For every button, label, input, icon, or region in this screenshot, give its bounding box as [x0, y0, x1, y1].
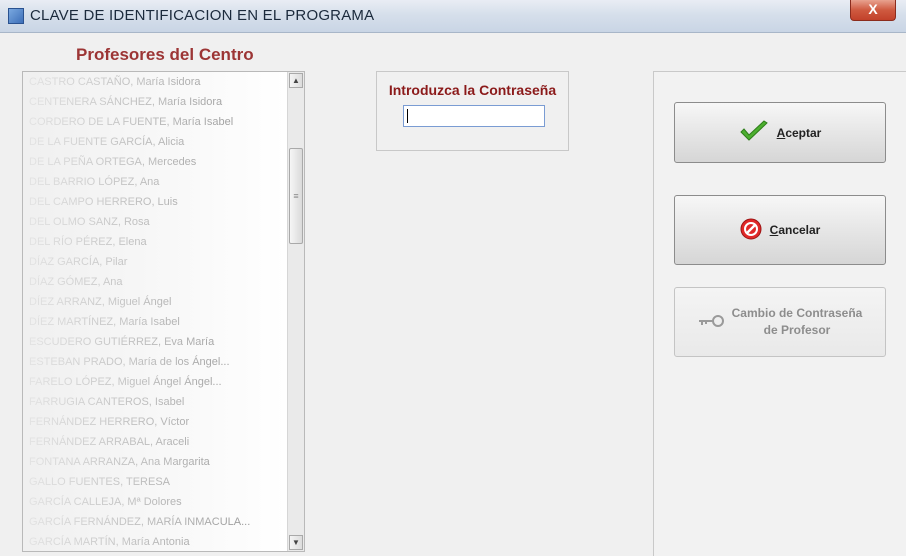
- checkmark-icon: [739, 120, 769, 145]
- list-item[interactable]: DÍEZ ARRANZ, Miguel Ángel: [23, 292, 287, 312]
- list-item[interactable]: DEL BARRIO LÓPEZ, Ana: [23, 172, 287, 192]
- list-item[interactable]: CENTENERA SÁNCHEZ, María Isidora: [23, 92, 287, 112]
- text-caret: [407, 109, 408, 123]
- list-item[interactable]: DE LA PEÑA ORTEGA, Mercedes: [23, 152, 287, 172]
- accept-button-label: Aceptar: [776, 125, 822, 140]
- list-item[interactable]: DEL RÍO PÉREZ, Elena: [23, 232, 287, 252]
- list-item[interactable]: CASTRO CASTAÑO, María Isidora: [23, 72, 287, 92]
- window-title-bar: CLAVE DE IDENTIFICACION EN EL PROGRAMA X: [0, 0, 906, 33]
- list-item[interactable]: ESTEBAN PRADO, María de los Ángel...: [23, 352, 287, 372]
- no-entry-icon: [740, 218, 762, 243]
- list-item[interactable]: DÍAZ GARCÍA, Pilar: [23, 252, 287, 272]
- list-item[interactable]: CORDERO DE LA FUENTE, María Isabel: [23, 112, 287, 132]
- list-item[interactable]: GALLO FUENTES, TERESA: [23, 472, 287, 492]
- close-button[interactable]: X: [850, 0, 896, 21]
- password-label: Introduzca la Contraseña: [388, 82, 557, 98]
- list-item[interactable]: FONTANA ARRANZA, Ana Margarita: [23, 452, 287, 472]
- change-password-button[interactable]: Cambio de Contraseña de Profesor: [674, 287, 886, 357]
- list-item[interactable]: GARCÍA CALLEJA, Mª Dolores: [23, 492, 287, 512]
- list-item[interactable]: ESCUDERO GUTIÉRREZ, Eva María: [23, 332, 287, 352]
- list-item[interactable]: GARCÍA FERNÁNDEZ, MARÍA INMACULA...: [23, 512, 287, 532]
- list-item[interactable]: FARELO LÓPEZ, Miguel Ángel Ángel...: [23, 372, 287, 392]
- list-item[interactable]: DEL CAMPO HERRERO, Luis: [23, 192, 287, 212]
- cancel-button[interactable]: Cancelar: [674, 195, 886, 265]
- key-icon: [698, 314, 724, 331]
- accept-button[interactable]: Aceptar: [674, 102, 886, 163]
- list-item[interactable]: FERNÁNDEZ HERRERO, Víctor: [23, 412, 287, 432]
- list-item[interactable]: DÍEZ MARTÍNEZ, María Isabel: [23, 312, 287, 332]
- professors-list-items: CASTRO CASTAÑO, María Isidora CENTENERA S…: [23, 72, 287, 551]
- change-password-label: Cambio de Contraseña de Profesor: [731, 306, 863, 337]
- cancel-button-label: Cancelar: [769, 223, 821, 237]
- list-item[interactable]: FERNÁNDEZ ARRABAL, Araceli: [23, 432, 287, 452]
- list-item[interactable]: DEL OLMO SANZ, Rosa: [23, 212, 287, 232]
- scroll-up-button[interactable]: ▲: [289, 73, 303, 88]
- list-item[interactable]: GARCÍA MARTÍN, María Antonia: [23, 532, 287, 551]
- list-item[interactable]: FARRUGIA CANTEROS, Isabel: [23, 392, 287, 412]
- list-scrollbar[interactable]: ▲ ≡ ▼: [287, 72, 304, 551]
- password-input[interactable]: [403, 105, 545, 127]
- app-icon: [8, 8, 24, 24]
- password-panel: Introduzca la Contraseña: [376, 71, 569, 151]
- list-item[interactable]: DE LA FUENTE GARCÍA, Alicia: [23, 132, 287, 152]
- scroll-down-button[interactable]: ▼: [289, 535, 303, 550]
- list-item[interactable]: DÍAZ GÓMEZ, Ana: [23, 272, 287, 292]
- professors-list[interactable]: CASTRO CASTAÑO, María Isidora CENTENERA S…: [22, 71, 305, 552]
- professors-list-title: Profesores del Centro: [76, 45, 254, 64]
- window-title: CLAVE DE IDENTIFICACION EN EL PROGRAMA: [30, 7, 375, 24]
- close-icon: X: [868, 1, 878, 17]
- scroll-thumb[interactable]: ≡: [289, 148, 303, 244]
